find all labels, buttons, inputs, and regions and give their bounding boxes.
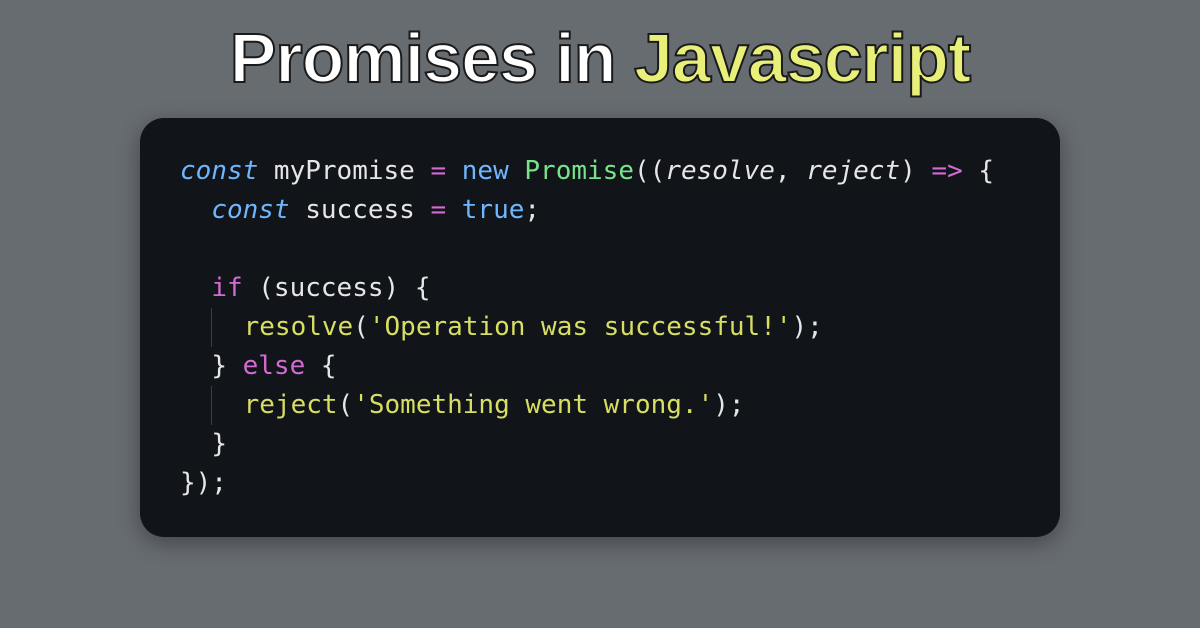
code-token: { bbox=[321, 351, 337, 381]
code-body: const myPromise = new Promise((resolve, … bbox=[180, 152, 1026, 503]
code-token: ); bbox=[713, 390, 744, 420]
code-token: new bbox=[462, 156, 525, 186]
code-token: }); bbox=[180, 468, 227, 498]
code-token: = bbox=[430, 156, 461, 186]
code-line: const myPromise = new Promise((resolve, … bbox=[180, 152, 1026, 191]
title-part-1: Promises in bbox=[230, 19, 634, 97]
code-line: const success = true; bbox=[180, 191, 1026, 230]
code-token: const bbox=[180, 156, 274, 186]
code-token: ) bbox=[900, 156, 931, 186]
code-token: Promise bbox=[524, 156, 634, 186]
code-token: success bbox=[305, 195, 430, 225]
code-token: resolve bbox=[665, 156, 775, 186]
code-line: reject('Something went wrong.'); bbox=[180, 386, 1026, 425]
code-line bbox=[180, 230, 1026, 269]
code-line: resolve('Operation was successful!'); bbox=[180, 308, 1026, 347]
code-token: } bbox=[211, 429, 227, 459]
code-token: ( bbox=[353, 312, 369, 342]
title-part-2: Javascript bbox=[634, 19, 970, 97]
code-token: ); bbox=[792, 312, 823, 342]
code-token: (( bbox=[634, 156, 665, 186]
code-token: else bbox=[243, 351, 321, 381]
code-token: myPromise bbox=[274, 156, 431, 186]
code-token: resolve bbox=[244, 312, 354, 342]
code-token: , bbox=[775, 156, 806, 186]
code-token: ; bbox=[524, 195, 540, 225]
code-token: 'Something went wrong.' bbox=[353, 390, 713, 420]
code-token: reject bbox=[244, 390, 338, 420]
code-token: = bbox=[430, 195, 461, 225]
code-token: } bbox=[211, 351, 242, 381]
code-token: const bbox=[211, 195, 305, 225]
code-token: ( bbox=[338, 390, 354, 420]
code-line: } else { bbox=[180, 347, 1026, 386]
code-token: 'Operation was successful!' bbox=[369, 312, 792, 342]
code-line: } bbox=[180, 425, 1026, 464]
code-token: => bbox=[931, 156, 962, 186]
code-snippet-card: const myPromise = new Promise((resolve, … bbox=[140, 118, 1060, 537]
code-token: (success) { bbox=[258, 273, 430, 303]
code-token: { bbox=[963, 156, 994, 186]
code-token: true bbox=[462, 195, 525, 225]
page-title: Promises in Javascript bbox=[230, 18, 971, 98]
code-token: reject bbox=[806, 156, 900, 186]
code-line: if (success) { bbox=[180, 269, 1026, 308]
code-line: }); bbox=[180, 464, 1026, 503]
code-token: if bbox=[211, 273, 258, 303]
code-token bbox=[180, 234, 196, 264]
